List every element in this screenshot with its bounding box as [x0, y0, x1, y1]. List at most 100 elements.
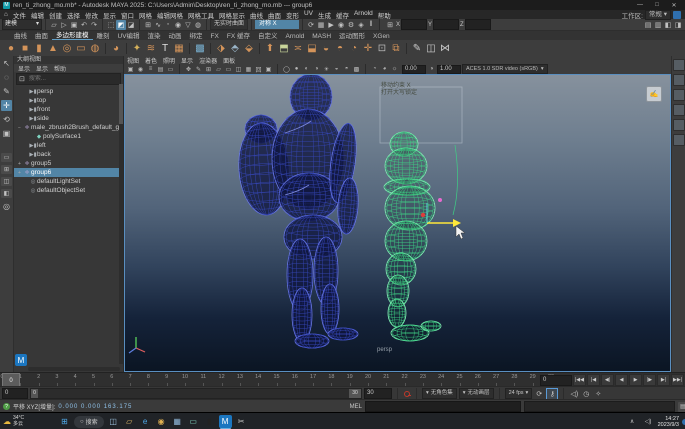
edge-browser-icon[interactable]: e — [139, 415, 152, 428]
safe-title-icon[interactable]: ▣ — [264, 65, 273, 74]
outliner-menu-2[interactable]: 帮助 — [54, 64, 66, 73]
outliner-item-top[interactable]: ▶▮top — [14, 96, 123, 105]
x-input[interactable] — [401, 19, 427, 30]
textured-icon[interactable]: ◐ — [302, 65, 311, 74]
new-scene-icon[interactable]: ▱ — [49, 20, 59, 30]
taskbar-clock[interactable]: 14:27 2023/9/3 — [658, 416, 679, 428]
select-tool-icon[interactable]: ↖ — [1, 58, 12, 69]
paint-select-tool-icon[interactable]: ✎ — [1, 86, 12, 97]
camera-attributes-icon[interactable]: ≡ — [146, 65, 155, 74]
shelf-tab-运动图形[interactable]: 运动图形 — [335, 30, 369, 40]
make-live-icon[interactable]: ◍ — [193, 20, 203, 30]
weather-widget[interactable]: ☁ 34°C 多云 — [3, 416, 55, 427]
menu-Arnold[interactable]: Arnold — [354, 10, 373, 20]
outliner-item-group6[interactable]: +✛group6 — [14, 168, 123, 177]
frame-tick-25[interactable]: 25 — [451, 374, 469, 380]
range-start-handle[interactable]: 0 — [31, 389, 38, 398]
shelf-tab-曲线[interactable]: 曲线 — [10, 30, 31, 40]
shelf-tab-绑定[interactable]: 绑定 — [186, 30, 207, 40]
frame-tick-6[interactable]: 6 — [103, 374, 121, 380]
step-back-key-button[interactable]: ◀| — [601, 374, 614, 386]
outliner-item-group5[interactable]: +✛group5 — [14, 159, 123, 168]
modeling-toolkit-toggle-icon[interactable]: ▤ — [643, 20, 653, 30]
anti-alias-icon[interactable]: ▩ — [352, 65, 361, 74]
frame-tick-21[interactable]: 21 — [377, 374, 395, 380]
script-editor-button[interactable]: ▤ — [678, 402, 685, 412]
outliner-menu-0[interactable]: 显示 — [18, 64, 30, 73]
lasso-tool-icon[interactable]: ◌ — [1, 72, 12, 83]
menu-文件[interactable]: 文件 — [13, 10, 26, 20]
frame-tick-29[interactable]: 29 — [524, 374, 542, 380]
play-forwards-button[interactable]: ▶ — [629, 374, 642, 386]
maya-taskbar-icon[interactable]: M — [219, 415, 232, 428]
xgen-tab[interactable] — [673, 134, 685, 146]
field-chart-icon[interactable]: ▦ — [244, 65, 253, 74]
terminal-icon[interactable]: ▮ — [203, 415, 216, 428]
outliner-item-left[interactable]: ▶▮left — [14, 141, 123, 150]
shelf-tab-FX[interactable]: FX — [207, 33, 223, 40]
outliner-item-defaultObjectSet[interactable]: ◎defaultObjectSet — [14, 186, 123, 195]
animation-end-field[interactable]: 30 — [364, 388, 392, 399]
reduce-icon[interactable]: ◓ — [333, 42, 347, 56]
smooth-mesh-icon[interactable]: ◕ — [109, 42, 123, 56]
live-surface-indicator[interactable]: 无实时曲面 — [210, 19, 248, 30]
outliner-item-side[interactable]: ▶▮side — [14, 114, 123, 123]
pause-viewport-icon[interactable]: ‖ — [366, 20, 376, 30]
attribute-editor-tab[interactable] — [673, 74, 685, 86]
menu-编辑[interactable]: 编辑 — [31, 10, 44, 20]
xray-icon[interactable]: ◕ — [380, 65, 389, 74]
expander-icon[interactable]: + — [16, 161, 23, 167]
file-explorer-icon[interactable]: ▱ — [123, 415, 136, 428]
current-frame-field[interactable]: 0 — [540, 375, 572, 386]
exposure-field[interactable]: 0.00 — [402, 65, 426, 74]
menu-帮助[interactable]: 帮助 — [378, 10, 391, 20]
menu-显示[interactable]: 显示 — [103, 10, 116, 20]
wireframe-icon[interactable]: ◯ — [282, 65, 291, 74]
layout-two-pane-icon[interactable]: ◫ — [1, 177, 12, 186]
lattice-icon[interactable]: ⊡ — [375, 42, 389, 56]
hotkey-editor-icon[interactable]: ✧ — [593, 389, 603, 399]
chrome-browser-icon[interactable]: ◉ — [155, 415, 168, 428]
render-settings-icon[interactable]: ⚙ — [346, 20, 356, 30]
layout-four-pane-icon[interactable]: ⊞ — [1, 165, 12, 174]
tool-settings-toggle-icon[interactable]: ◧ — [663, 20, 673, 30]
safe-action-icon[interactable]: 回 — [254, 65, 263, 74]
save-scene-icon[interactable]: ▣ — [69, 20, 79, 30]
insert-edge-loop-icon[interactable]: ◫ — [424, 42, 438, 56]
outliner-item-polySurface1[interactable]: ◆polySurface1 — [14, 132, 123, 141]
outliner-item-front[interactable]: ▶▮front — [14, 105, 123, 114]
close-button[interactable]: ✕ — [666, 2, 682, 9]
undo-icon[interactable]: ↶ — [79, 20, 89, 30]
symmetry-field[interactable]: 对称 X — [255, 20, 299, 29]
snip-tool-icon[interactable]: ✂ — [235, 415, 248, 428]
frame-tick-7[interactable]: 7 — [121, 374, 139, 380]
menu-选择[interactable]: 选择 — [67, 10, 80, 20]
snap-projected-center-icon[interactable]: ◉ — [173, 20, 183, 30]
menu-曲线[interactable]: 曲线 — [250, 10, 263, 20]
wedge-icon[interactable]: ◔ — [347, 42, 361, 56]
shelf-tab-曲面[interactable]: 曲面 — [31, 30, 52, 40]
frame-tick-15[interactable]: 15 — [268, 374, 286, 380]
frame-tick-28[interactable]: 28 — [505, 374, 523, 380]
open-scene-icon[interactable]: ▷ — [59, 20, 69, 30]
exposure-icon[interactable]: ☼ — [390, 65, 399, 74]
modeling-toolkit-icon[interactable]: ▩ — [193, 42, 207, 56]
rotate-tool-icon[interactable]: ⟲ — [1, 114, 12, 125]
step-forward-frame-button[interactable]: ▶| — [657, 374, 670, 386]
frame-tick-22[interactable]: 22 — [396, 374, 414, 380]
taskbar-search[interactable]: ○ 搜索 — [74, 416, 104, 428]
outliner-item-defaultLightSet[interactable]: ◎defaultLightSet — [14, 177, 123, 186]
step-forward-key-button[interactable]: |▶ — [643, 374, 656, 386]
zoom-tool-icon[interactable]: ◎ — [1, 201, 12, 212]
use-default-material-icon[interactable]: ◑ — [312, 65, 321, 74]
poly-torus-icon[interactable]: ◎ — [60, 42, 74, 56]
snap-point-icon[interactable]: ◦ — [163, 20, 173, 30]
range-end-handle[interactable]: 30 — [349, 389, 361, 398]
minimize-button[interactable]: — — [632, 2, 648, 9]
multi-cut-icon[interactable]: ✎ — [410, 42, 424, 56]
ipr-render-icon[interactable]: ◉ — [336, 20, 346, 30]
shelf-tab-渲染[interactable]: 渲染 — [144, 30, 165, 40]
duplicate-icon[interactable]: ⧉ — [389, 42, 403, 56]
gamma-field[interactable]: 1.00 — [437, 65, 461, 74]
menu-修改[interactable]: 修改 — [85, 10, 98, 20]
